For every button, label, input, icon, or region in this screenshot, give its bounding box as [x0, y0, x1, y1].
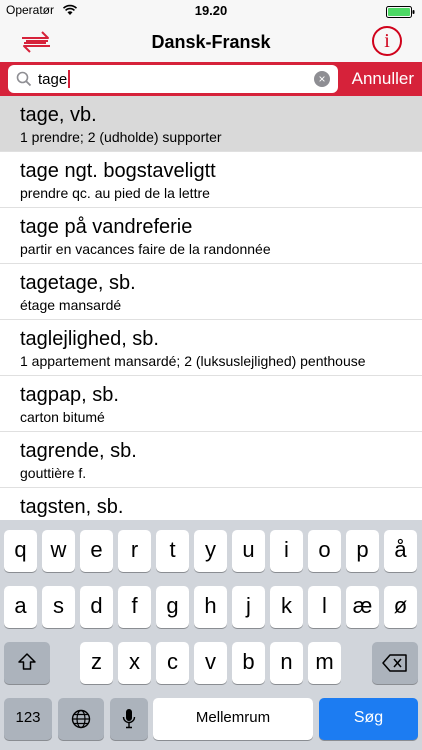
headword: tage på vandreferie — [20, 216, 193, 238]
key-ae[interactable]: æ — [346, 586, 379, 628]
list-item[interactable]: tagpap, sb. carton bitumé — [0, 376, 422, 432]
headword: tage ngt. bogstaveligtt — [20, 160, 216, 182]
navigation-bar: Dansk-Fransk i — [0, 22, 422, 62]
numbers-key[interactable]: 123 — [4, 698, 52, 740]
key-v[interactable]: v — [194, 642, 227, 684]
key-c[interactable]: c — [156, 642, 189, 684]
key-o[interactable]: o — [308, 530, 341, 572]
clear-icon[interactable]: × — [314, 71, 330, 87]
search-icon — [16, 71, 32, 87]
list-item[interactable]: tage, vb. 1 prendre; 2 (udholde) support… — [0, 96, 422, 152]
list-item[interactable]: taglejlighed, sb. 1 appartement mansardé… — [0, 320, 422, 376]
key-aa[interactable]: å — [384, 530, 417, 572]
translation: prendre qc. au pied de la lettre — [20, 185, 210, 201]
translation: étage mansardé — [20, 297, 122, 313]
key-n[interactable]: n — [270, 642, 303, 684]
text-caret — [68, 70, 71, 88]
translation: carton bitumé — [20, 409, 105, 425]
keyboard: q w e r t y u i o p å a s d f g h j k l … — [0, 520, 422, 750]
headword: tagetage, sb. — [20, 272, 136, 294]
list-item[interactable]: tagetage, sb. étage mansardé — [0, 264, 422, 320]
key-z[interactable]: z — [80, 642, 113, 684]
key-r[interactable]: r — [118, 530, 151, 572]
shift-icon — [18, 653, 36, 670]
headword: tagrende, sb. — [20, 440, 137, 462]
key-i[interactable]: i — [270, 530, 303, 572]
key-x[interactable]: x — [118, 642, 151, 684]
list-item[interactable]: tage ngt. bogstaveligtt prendre qc. au p… — [0, 152, 422, 208]
backspace-key[interactable] — [372, 642, 418, 684]
list-item[interactable]: tagsten, sb. — [0, 488, 422, 520]
key-h[interactable]: h — [194, 586, 227, 628]
key-a[interactable]: a — [4, 586, 37, 628]
key-k[interactable]: k — [270, 586, 303, 628]
search-key[interactable]: Søg — [319, 698, 418, 740]
shift-key[interactable] — [4, 642, 50, 684]
translation: partir en vacances faire de la randonnée — [20, 241, 271, 257]
info-icon[interactable]: i — [372, 26, 402, 56]
search-input[interactable]: tage × — [8, 65, 338, 93]
space-key[interactable]: Mellemrum — [153, 698, 313, 740]
clock: 19.20 — [194, 3, 228, 18]
key-d[interactable]: d — [80, 586, 113, 628]
key-oe[interactable]: ø — [384, 586, 417, 628]
key-y[interactable]: y — [194, 530, 227, 572]
microphone-icon — [122, 709, 136, 729]
headword: tage, vb. — [20, 104, 97, 126]
key-w[interactable]: w — [42, 530, 75, 572]
key-j[interactable]: j — [232, 586, 265, 628]
microphone-key[interactable] — [110, 698, 148, 740]
key-l[interactable]: l — [308, 586, 341, 628]
battery-icon — [386, 5, 416, 18]
search-query: tage — [38, 70, 71, 88]
search-bar: tage × Annuller — [0, 62, 422, 96]
backspace-icon — [382, 654, 407, 672]
key-m[interactable]: m — [308, 642, 341, 684]
cancel-button[interactable]: Annuller — [352, 69, 414, 89]
list-item[interactable]: tage på vandreferie partir en vacances f… — [0, 208, 422, 264]
key-f[interactable]: f — [118, 586, 151, 628]
key-q[interactable]: q — [4, 530, 37, 572]
translation: 1 appartement mansardé; 2 (luksuslejligh… — [20, 353, 366, 369]
key-p[interactable]: p — [346, 530, 379, 572]
translation: 1 prendre; 2 (udholde) supporter — [20, 129, 222, 145]
results-list: tage, vb. 1 prendre; 2 (udholde) support… — [0, 96, 422, 520]
status-bar: Operatør 19.20 — [0, 0, 422, 22]
page-title: Dansk-Fransk — [151, 32, 271, 52]
key-g[interactable]: g — [156, 586, 189, 628]
headword: tagpap, sb. — [20, 384, 119, 406]
translation: gouttière f. — [20, 465, 87, 481]
globe-icon — [71, 709, 91, 729]
key-u[interactable]: u — [232, 530, 265, 572]
headword: taglejlighed, sb. — [20, 328, 159, 350]
key-t[interactable]: t — [156, 530, 189, 572]
search-query-text: tage — [38, 70, 68, 88]
key-e[interactable]: e — [80, 530, 113, 572]
key-b[interactable]: b — [232, 642, 265, 684]
list-item[interactable]: tagrende, sb. gouttière f. — [0, 432, 422, 488]
key-s[interactable]: s — [42, 586, 75, 628]
headword: tagsten, sb. — [20, 496, 124, 518]
globe-key[interactable] — [58, 698, 104, 740]
